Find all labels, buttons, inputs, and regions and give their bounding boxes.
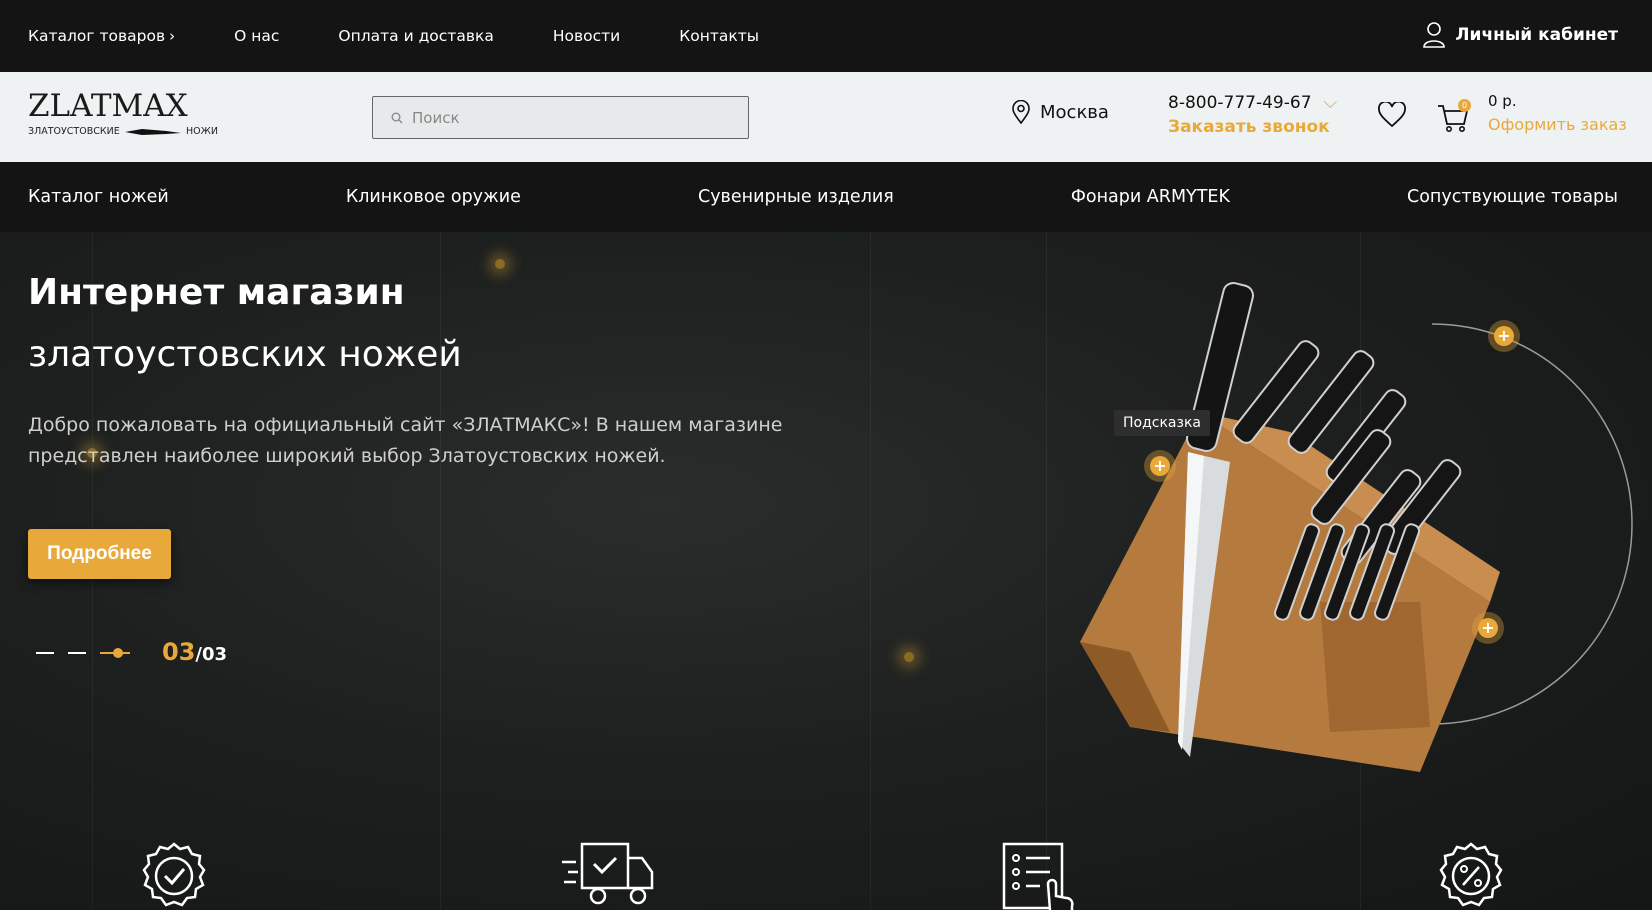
decor-line bbox=[1046, 232, 1047, 910]
hotspot-tooltip: Подсказка bbox=[1114, 410, 1210, 436]
logo-wordmark: ZLATMAX bbox=[28, 88, 188, 124]
cart-sum: 0 р. bbox=[1488, 92, 1517, 110]
top-nav-contacts[interactable]: Контакты bbox=[679, 27, 759, 45]
main-nav-knives[interactable]: Каталог ножей bbox=[28, 187, 169, 207]
callback-link[interactable]: Заказать звонок bbox=[1168, 117, 1337, 137]
search-icon bbox=[391, 112, 403, 123]
more-button[interactable]: Подробнее bbox=[28, 529, 171, 579]
header: ZLATMAX ЗЛАТОУСТОВСКИЕ НОЖИ Поиск Москва… bbox=[0, 72, 1652, 162]
account-link[interactable]: Личный кабинет bbox=[1423, 22, 1618, 48]
hero-slider: Интернет магазин златоустовских ножей До… bbox=[0, 232, 1652, 910]
city-label: Москва bbox=[1040, 101, 1109, 123]
top-bar: Каталог товаров › О нас Оплата и доставка… bbox=[0, 0, 1652, 72]
slide-dot-3-active[interactable] bbox=[100, 648, 130, 658]
search-placeholder: Поиск bbox=[412, 108, 460, 127]
phone-number[interactable]: 8-800-777-49-67 ⌵ bbox=[1168, 92, 1337, 113]
checkout-link[interactable]: Оформить заказ bbox=[1488, 115, 1627, 134]
slide-total: /03 bbox=[195, 644, 228, 665]
slide-dot-2[interactable] bbox=[68, 652, 86, 654]
chevron-right-icon: › bbox=[169, 27, 176, 45]
slide-counter: 03/03 bbox=[162, 638, 227, 666]
top-nav-catalog[interactable]: Каталог товаров › bbox=[28, 27, 175, 45]
main-nav: Каталог ножей Клинковое оружие Сувенирны… bbox=[0, 162, 1652, 232]
hotspot-plus-button[interactable]: + bbox=[1488, 320, 1520, 352]
main-nav-armytek-flashlights[interactable]: Фонари ARMYTEK bbox=[1071, 187, 1230, 207]
plus-icon: + bbox=[1150, 456, 1170, 476]
main-nav-related-goods[interactable]: Сопуствующие товары bbox=[1407, 187, 1618, 207]
plus-icon: + bbox=[1494, 326, 1514, 346]
slider-pagination bbox=[36, 648, 130, 658]
quality-badge-icon bbox=[142, 842, 206, 907]
hero-description: Добро пожаловать на официальный сайт «ЗЛ… bbox=[28, 414, 783, 467]
logo-sub-right: НОЖИ bbox=[186, 126, 218, 137]
logo-subtitle: ЗЛАТОУСТОВСКИЕ НОЖИ bbox=[28, 126, 218, 137]
main-nav-bladed-weapons[interactable]: Клинковое оружие bbox=[346, 187, 521, 207]
hero-subtitle: златоустовских ножей bbox=[28, 334, 462, 375]
knife-block-image bbox=[1080, 282, 1633, 772]
location-pin-icon bbox=[1012, 100, 1030, 124]
search-input[interactable]: Поиск bbox=[372, 96, 749, 139]
main-nav-souvenirs[interactable]: Сувенирные изделия bbox=[698, 187, 894, 207]
top-nav-payment-delivery[interactable]: Оплата и доставка bbox=[338, 27, 493, 45]
knife-blade-icon bbox=[124, 128, 182, 135]
slide-dot-1[interactable] bbox=[36, 652, 54, 654]
account-label: Личный кабинет bbox=[1455, 25, 1618, 45]
city-selector[interactable]: Москва bbox=[1012, 100, 1109, 124]
delivery-truck-icon bbox=[562, 842, 654, 905]
features-row bbox=[0, 840, 1652, 910]
top-nav-news[interactable]: Новости bbox=[553, 27, 620, 45]
logo[interactable]: ZLATMAX ЗЛАТОУСТОВСКИЕ НОЖИ bbox=[28, 90, 218, 146]
hero-title: Интернет магазин bbox=[28, 272, 405, 313]
cart-button[interactable]: 0 bbox=[1436, 99, 1471, 138]
hotspot-plus-button[interactable]: + bbox=[1472, 612, 1504, 644]
phone-block: 8-800-777-49-67 ⌵ Заказать звонок bbox=[1168, 92, 1337, 137]
plus-icon: + bbox=[1478, 618, 1498, 638]
heart-icon bbox=[1378, 100, 1406, 128]
glow-dot bbox=[495, 259, 505, 269]
slide-current: 03 bbox=[162, 638, 196, 666]
glow-dot bbox=[904, 652, 914, 662]
discount-badge-icon bbox=[1439, 842, 1503, 907]
cart-count-badge: 0 bbox=[1458, 99, 1471, 112]
cart-info: 0 р. Оформить заказ bbox=[1488, 92, 1627, 134]
decor-line bbox=[870, 232, 871, 910]
top-nav: Каталог товаров › О нас Оплата и доставка… bbox=[28, 27, 818, 45]
chevron-down-icon[interactable]: ⌵ bbox=[1324, 92, 1338, 113]
favorites-button[interactable] bbox=[1378, 100, 1406, 132]
logo-sub-left: ЗЛАТОУСТОВСКИЕ bbox=[28, 126, 120, 137]
top-nav-catalog-label: Каталог товаров bbox=[28, 27, 166, 45]
phone-number-text: 8-800-777-49-67 bbox=[1168, 92, 1312, 113]
checklist-icon bbox=[1002, 842, 1074, 910]
user-icon bbox=[1423, 22, 1446, 48]
hotspot-plus-button[interactable]: + bbox=[1144, 450, 1176, 482]
top-nav-about[interactable]: О нас bbox=[234, 27, 279, 45]
